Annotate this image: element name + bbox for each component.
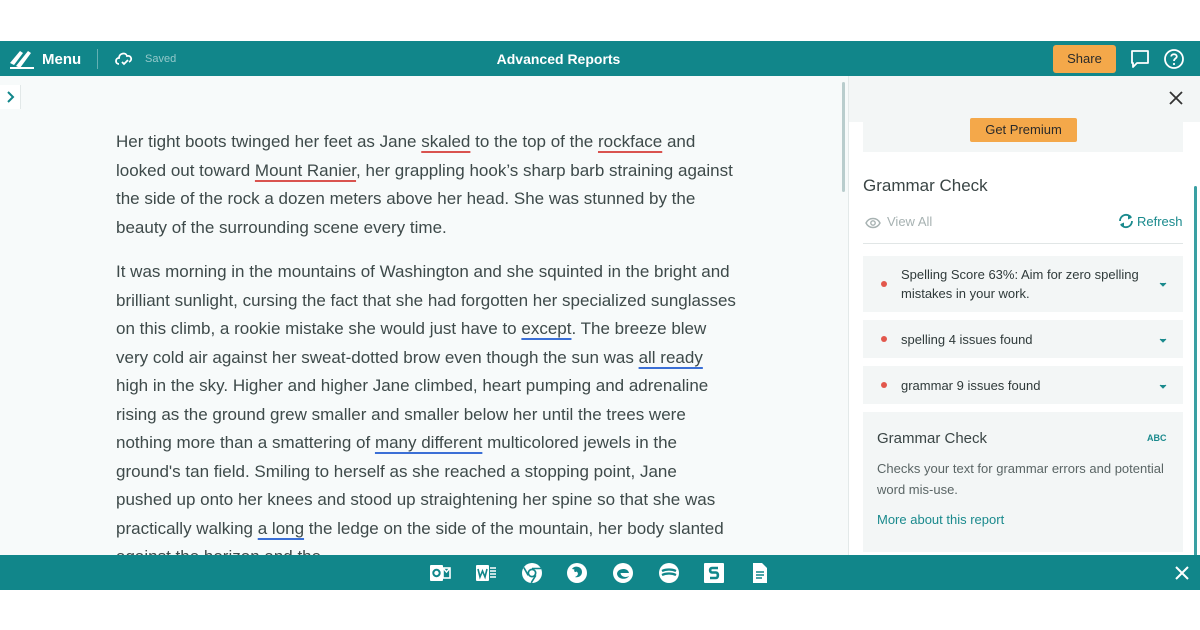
close-toolbar-icon[interactable] [1173,564,1191,582]
view-all-label: View All [887,214,933,229]
word-icon[interactable] [474,561,498,585]
panel-title: Grammar Check [863,176,988,195]
top-bar: Menu Saved Advanced Reports Share [0,41,1200,76]
grammar-issue[interactable]: a long [258,519,304,538]
issue-card-grammar[interactable]: grammar 9 issues found [863,366,1183,404]
spelling-issue[interactable]: rockface [598,132,662,151]
info-heading: Grammar Check [877,430,988,447]
document-text[interactable]: Her tight boots twinged her feet as Jane… [116,128,736,556]
report-panel: Get Premium Grammar Check View All Refre… [848,76,1200,556]
refresh-icon [1119,213,1133,229]
page-title: Advanced Reports [496,51,621,67]
firefox-icon[interactable] [565,561,589,585]
issue-dot [881,281,887,287]
info-description: Checks your text for grammar errors and … [877,461,1164,497]
safari-icon[interactable] [657,561,681,585]
expand-sidebar-button[interactable] [0,85,21,109]
bottom-toolbar [0,555,1200,590]
document-icon[interactable] [748,561,772,585]
spelling-issue[interactable]: Mount Ranier [255,161,356,180]
issue-text: Spelling Score 63%: Aim for zero spellin… [901,267,1139,301]
paragraph-1[interactable]: Her tight boots twinged her feet as Jane… [116,128,736,242]
issue-text: grammar 9 issues found [901,378,1041,393]
help-icon[interactable] [1163,48,1185,70]
chrome-icon[interactable] [520,561,544,585]
close-icon[interactable] [1165,87,1187,109]
grammar-issue[interactable]: many different [375,433,482,452]
share-button[interactable]: Share [1053,45,1116,73]
chevron-down-icon[interactable] [1159,338,1167,344]
editor-scrollbar[interactable] [842,82,845,192]
chevron-right-icon [7,91,15,103]
issue-card-spelling-score[interactable]: Spelling Score 63%: Aim for zero spellin… [863,256,1183,312]
chevron-down-icon[interactable] [1159,384,1167,390]
comment-icon[interactable] [1129,48,1151,70]
issue-text: spelling 4 issues found [901,332,1033,347]
edge-icon[interactable] [611,561,635,585]
report-info-card: Grammar Check ABC Checks your text for g… [863,412,1183,552]
grammar-issue[interactable]: all ready [639,348,703,367]
divider [863,243,1183,244]
paragraph-2[interactable]: It was morning in the mountains of Washi… [116,258,736,556]
refresh-button[interactable]: Refresh [1117,213,1183,229]
panel-scrollbar[interactable] [1194,186,1197,556]
more-about-link[interactable]: More about this report [877,512,1004,527]
spelling-issue[interactable]: skaled [421,132,470,151]
grammar-issue[interactable]: except [521,319,571,338]
outlook-icon[interactable] [428,561,452,585]
get-premium-button[interactable]: Get Premium [970,118,1077,142]
issue-dot [881,382,887,388]
eye-icon [865,217,881,229]
issue-card-spelling[interactable]: spelling 4 issues found [863,320,1183,358]
app-s-icon[interactable] [702,561,726,585]
abc-icon: ABC [1147,433,1167,443]
document-editor[interactable]: Her tight boots twinged her feet as Jane… [0,76,848,556]
view-all-button[interactable]: View All [865,214,932,229]
refresh-label: Refresh [1137,214,1183,229]
chevron-down-icon[interactable] [1159,282,1167,288]
issue-dot [881,336,887,342]
